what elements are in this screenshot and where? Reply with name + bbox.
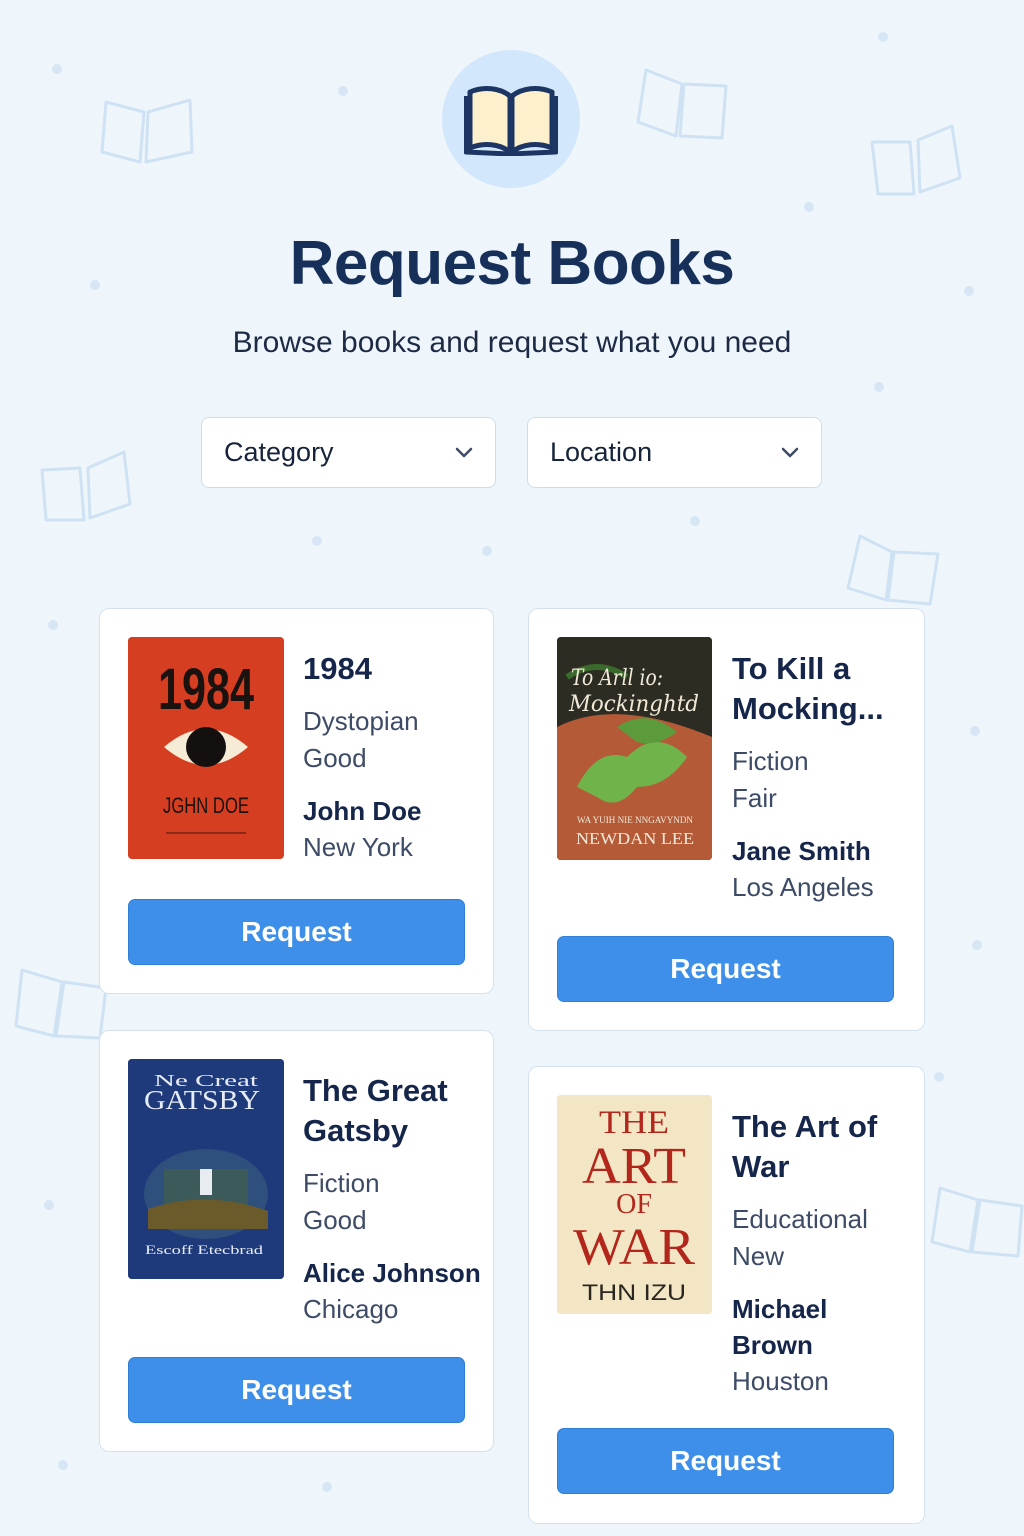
page-title: Request Books bbox=[289, 229, 735, 298]
book-card: THE ART OF WAR THN IZU The Art of War Ed… bbox=[528, 1066, 925, 1524]
decor-dot bbox=[804, 202, 814, 212]
book-outline-icon bbox=[14, 968, 108, 1040]
book-condition: New bbox=[732, 1241, 785, 1271]
cover-small-text: WA YUIH NIE NNGAVYNDN bbox=[577, 815, 693, 825]
book-info: To Kill a Mocking... Fiction Fair Jane S… bbox=[732, 649, 902, 905]
decor-dot bbox=[972, 940, 982, 950]
book-cover-image: THE ART OF WAR THN IZU bbox=[557, 1095, 712, 1314]
book-owner: Alice Johnson bbox=[303, 1258, 481, 1288]
chevron-down-icon bbox=[781, 447, 799, 457]
decor-dot bbox=[312, 536, 322, 546]
book-card: To Arll io: Mockinghtd WA YUIH NIE NNGAV… bbox=[528, 608, 925, 1031]
book-location: Chicago bbox=[303, 1294, 399, 1324]
book-outline-icon bbox=[636, 68, 728, 140]
book-title: 1984 bbox=[303, 651, 372, 686]
book-card: 1984 JGHN DOE 1984 Dystopian Good John D… bbox=[99, 608, 494, 994]
decor-dot bbox=[482, 546, 492, 556]
request-button[interactable]: Request bbox=[557, 936, 894, 1002]
book-condition: Good bbox=[303, 743, 367, 773]
book-info: The Great Gatsby Fiction Good Alice John… bbox=[303, 1071, 488, 1327]
cover-subtitle-text: ART bbox=[582, 1138, 686, 1195]
book-cover-image: To Arll io: Mockinghtd WA YUIH NIE NNGAV… bbox=[557, 637, 712, 860]
cover-author-text: JGHN DOE bbox=[163, 793, 249, 818]
decor-dot bbox=[48, 620, 58, 630]
decor-dot bbox=[934, 1072, 944, 1082]
category-select-label: Category bbox=[224, 437, 334, 467]
cover-title-text: To Arll io: bbox=[571, 666, 663, 691]
book-location: Los Angeles bbox=[732, 872, 874, 902]
chevron-down-icon bbox=[455, 447, 473, 457]
book-condition: Fair bbox=[732, 783, 777, 813]
decor-dot bbox=[52, 64, 62, 74]
decor-dot bbox=[690, 516, 700, 526]
book-outline-icon bbox=[870, 124, 962, 196]
book-outline-icon bbox=[100, 98, 194, 164]
cover-subtitle-text: GATSBY bbox=[144, 1085, 260, 1115]
decor-dot bbox=[874, 382, 884, 392]
cover-title-text: THE bbox=[599, 1105, 669, 1141]
book-owner: John Doe bbox=[303, 796, 422, 826]
book-category: Dystopian bbox=[303, 706, 419, 736]
book-title: The Great Gatsby bbox=[303, 1073, 448, 1148]
book-info: The Art of War Educational New Michael B… bbox=[732, 1107, 902, 1399]
cover-author-text: THN IZU bbox=[582, 1280, 686, 1305]
decor-dot bbox=[970, 726, 980, 736]
cover-author-text: Escoff Etecbrad bbox=[145, 1242, 264, 1257]
book-category: Fiction bbox=[303, 1168, 380, 1198]
book-condition: Good bbox=[303, 1205, 367, 1235]
decor-dot bbox=[878, 32, 888, 42]
book-card: Ne Creat GATSBY Escoff Etecbrad The Grea… bbox=[99, 1030, 494, 1452]
cover-author-text: NEWDAN LEE bbox=[576, 829, 694, 848]
decor-dot bbox=[58, 1460, 68, 1470]
cover-war-text: WAR bbox=[573, 1219, 695, 1276]
cover-of-text: OF bbox=[616, 1189, 652, 1220]
book-category: Educational bbox=[732, 1204, 868, 1234]
location-select[interactable]: Location bbox=[527, 417, 822, 488]
decor-dot bbox=[44, 1200, 54, 1210]
request-button[interactable]: Request bbox=[128, 1357, 465, 1423]
cover-title-text: 1984 bbox=[158, 657, 254, 722]
book-category: Fiction bbox=[732, 746, 809, 776]
page-subtitle: Browse books and request what you need bbox=[232, 326, 792, 359]
location-select-label: Location bbox=[550, 437, 653, 467]
book-location: Houston bbox=[732, 1366, 829, 1396]
decor-dot bbox=[322, 1482, 332, 1492]
book-title: The Art of War bbox=[732, 1109, 878, 1184]
book-outline-icon bbox=[930, 1186, 1024, 1258]
request-button[interactable]: Request bbox=[128, 899, 465, 965]
logo-badge bbox=[442, 50, 580, 188]
book-title: To Kill a Mocking... bbox=[732, 651, 884, 726]
book-info: 1984 Dystopian Good John Doe New York bbox=[303, 649, 421, 865]
book-outline-icon bbox=[846, 534, 940, 606]
book-location: New York bbox=[303, 832, 413, 862]
book-owner: Jane Smith bbox=[732, 836, 871, 866]
cover-subtitle-text: Mockinghtd bbox=[568, 692, 699, 717]
book-outline-icon bbox=[40, 450, 132, 522]
decor-dot bbox=[338, 86, 348, 96]
open-book-icon bbox=[464, 86, 558, 156]
category-select[interactable]: Category bbox=[201, 417, 496, 488]
book-owner: Michael Brown bbox=[732, 1294, 828, 1360]
request-button[interactable]: Request bbox=[557, 1428, 894, 1494]
book-cover-image: Ne Creat GATSBY Escoff Etecbrad bbox=[128, 1059, 284, 1279]
book-cover-image: 1984 JGHN DOE bbox=[128, 637, 284, 859]
